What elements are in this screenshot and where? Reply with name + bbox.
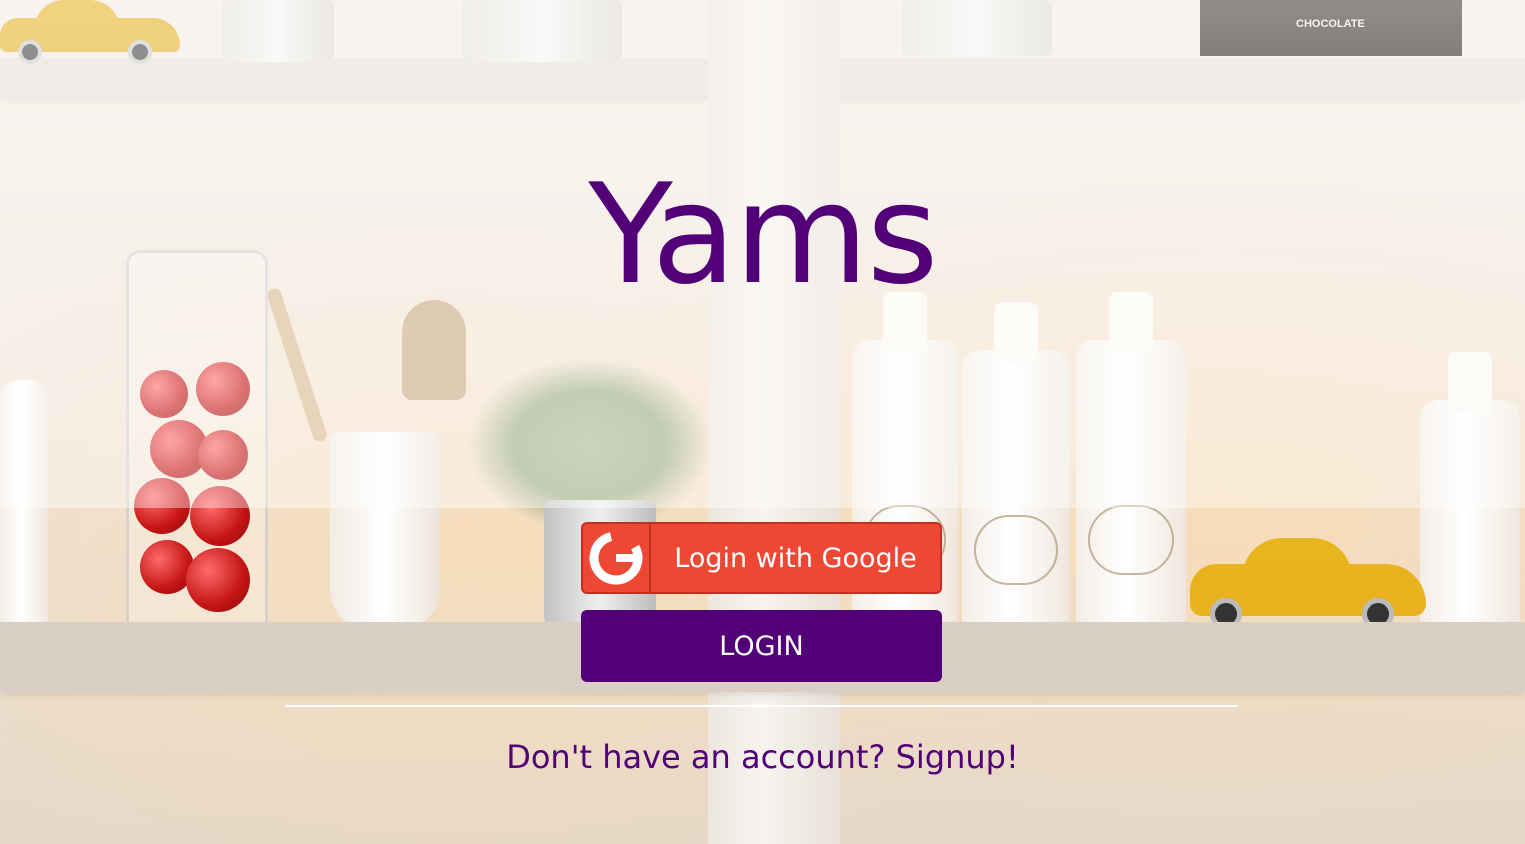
login-page: CHOCOLATE Yams Login with Google LOGIN D… xyxy=(0,0,1525,844)
google-button-label: Login with Google xyxy=(674,542,917,574)
login-button[interactable]: LOGIN xyxy=(581,610,942,682)
signup-link[interactable]: Don't have an account? Signup! xyxy=(0,738,1525,776)
google-g-icon xyxy=(589,531,643,585)
divider xyxy=(285,705,1238,707)
app-title: Yams xyxy=(588,154,938,315)
login-with-google-button[interactable]: Login with Google xyxy=(581,522,942,594)
google-icon-container xyxy=(583,524,651,592)
ornament xyxy=(186,548,250,612)
toy-car xyxy=(1190,538,1426,630)
